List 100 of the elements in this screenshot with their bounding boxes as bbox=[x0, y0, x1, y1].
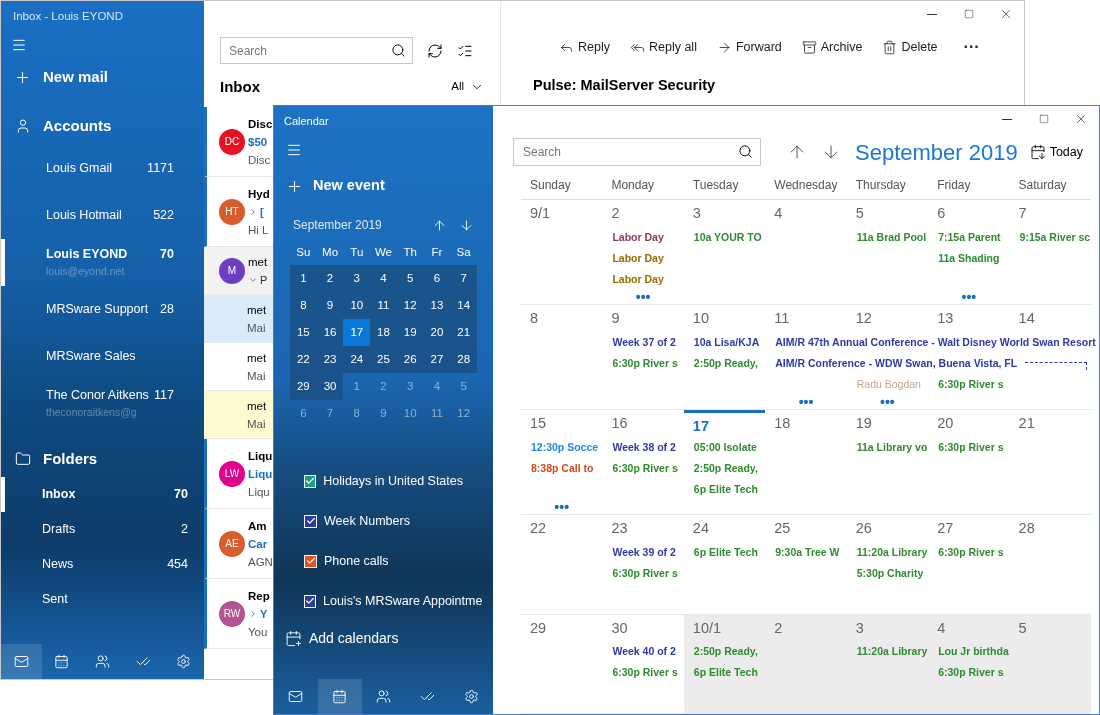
calendar-event[interactable]: Week 39 of 2 bbox=[612, 544, 676, 561]
calendar-checkbox[interactable] bbox=[304, 554, 317, 568]
mini-calendar-day[interactable]: 25 bbox=[370, 346, 397, 373]
calendar-event[interactable]: 10a Lisa/KJA bbox=[693, 334, 760, 351]
mini-calendar-day[interactable]: 19 bbox=[396, 319, 424, 346]
sync-button[interactable] bbox=[427, 42, 443, 59]
mini-calendar-day[interactable]: 17 bbox=[343, 319, 371, 346]
mini-calendar-day[interactable]: 29 bbox=[290, 373, 317, 400]
calendar-event[interactable]: 6:30p River s bbox=[938, 665, 1004, 681]
calendar-event[interactable]: 12:30p Socce bbox=[531, 439, 599, 456]
mini-calendar-day[interactable]: 13 bbox=[423, 292, 451, 319]
message-item[interactable]: M met P bbox=[204, 247, 274, 295]
calendar-checkbox[interactable] bbox=[304, 514, 317, 528]
mini-calendar-day[interactable]: 1 bbox=[290, 265, 317, 292]
calendar-event[interactable]: 11a Brad Pool bbox=[856, 229, 927, 246]
calendar-event[interactable]: 9:15a River sc bbox=[1019, 229, 1091, 246]
calendar-event[interactable]: Week 38 of 2 bbox=[612, 439, 676, 456]
archive-button[interactable]: Archive bbox=[801, 37, 863, 57]
more-events-dots[interactable]: ••• bbox=[798, 395, 814, 409]
mini-calendar-day[interactable]: 21 bbox=[450, 319, 477, 346]
calendar-event[interactable]: Week 40 of 2 bbox=[612, 644, 676, 660]
calendar-event[interactable]: 2:50p Ready, bbox=[693, 355, 758, 372]
today-button[interactable]: Today bbox=[1029, 142, 1084, 162]
filter-dropdown[interactable]: All bbox=[451, 78, 484, 96]
calendar-event[interactable]: 6:30p River s bbox=[938, 544, 1004, 561]
folder-item[interactable]: Sent bbox=[1, 582, 204, 617]
calendar-event[interactable]: 6:30p River s bbox=[612, 460, 678, 477]
add-calendars-button[interactable]: Add calendars bbox=[274, 621, 493, 655]
calendar-event[interactable]: Week 37 of 2 bbox=[612, 334, 676, 351]
account-item[interactable]: Louis Gmail 1171 bbox=[1, 145, 204, 192]
calendar-event[interactable]: 11a Shading bbox=[938, 250, 1000, 267]
message-item[interactable]: RW Rep Y You bbox=[204, 579, 274, 649]
message-item[interactable]: DC Disc $50 Disc bbox=[204, 107, 274, 177]
message-item[interactable]: AE Am Car AGN bbox=[204, 509, 274, 579]
search-field[interactable]: Search bbox=[220, 37, 413, 64]
calendar-event[interactable]: 6p Elite Tech bbox=[693, 544, 758, 561]
message-item[interactable]: LW Liqu Liqu Liqu bbox=[204, 439, 274, 509]
calendar-event[interactable]: 10a YOUR TO bbox=[693, 229, 762, 246]
calendar-event[interactable]: 11:20a Library bbox=[856, 544, 928, 561]
mini-calendar-day[interactable]: 20 bbox=[423, 319, 451, 346]
more-events-dots[interactable]: ••• bbox=[961, 290, 977, 304]
account-item[interactable]: MRSware Support 28 bbox=[1, 286, 204, 333]
day-cell[interactable]: 2 bbox=[765, 614, 847, 713]
calendar-event[interactable]: AIM/R Conference - WDW Swan, Buena Vista, FL bbox=[775, 355, 1018, 372]
mini-calendar-day[interactable]: 10 bbox=[343, 292, 371, 319]
mini-calendar-day[interactable]: 28 bbox=[450, 346, 477, 373]
mini-calendar-day[interactable]: 6 bbox=[423, 265, 451, 292]
forward-button[interactable]: Forward bbox=[716, 37, 782, 57]
calendar-event[interactable]: 11:20a Library bbox=[856, 644, 928, 660]
mini-calendar-day[interactable]: 3 bbox=[343, 265, 371, 292]
delete-button[interactable]: Delete bbox=[882, 37, 938, 57]
folders-header[interactable]: Folders bbox=[1, 441, 204, 477]
calendar-event[interactable]: 7:15a Parent bbox=[938, 229, 1001, 246]
more-button[interactable]: ··· bbox=[963, 35, 980, 59]
new-mail-button[interactable]: New mail bbox=[1, 59, 204, 95]
mini-calendar-day[interactable]: 2 bbox=[316, 265, 344, 292]
mini-calendar-day[interactable]: 15 bbox=[290, 319, 317, 346]
mini-calendar-day[interactable]: 11 bbox=[370, 292, 397, 319]
more-events-dots[interactable]: ••• bbox=[635, 290, 651, 304]
calendar-event[interactable]: Lou Jr birthda bbox=[938, 644, 1009, 660]
calendar-event[interactable]: 6:30p River s bbox=[612, 355, 678, 372]
calendar-event[interactable]: 9:30a Tree W bbox=[775, 544, 840, 561]
mini-calendar-day[interactable]: 14 bbox=[450, 292, 477, 319]
folder-item[interactable]: News 454 bbox=[1, 547, 204, 582]
nav-button[interactable] bbox=[1, 644, 42, 679]
mini-calendar-day[interactable]: 23 bbox=[316, 346, 344, 373]
next-month-button[interactable] bbox=[459, 217, 474, 233]
calendar-event[interactable]: 6p Elite Tech bbox=[693, 481, 758, 498]
mini-calendar-day[interactable]: 26 bbox=[396, 346, 424, 373]
calendar-event[interactable]: Labor Day bbox=[612, 271, 664, 288]
mini-calendar-day[interactable]: 5 bbox=[396, 265, 424, 292]
account-item[interactable]: MRSware Sales bbox=[1, 333, 204, 380]
accounts-header[interactable]: Accounts bbox=[1, 107, 204, 145]
more-events-dots[interactable]: ••• bbox=[554, 500, 570, 514]
calendar-event[interactable]: 6:30p River s bbox=[938, 439, 1004, 456]
mini-calendar-day[interactable]: 7 bbox=[450, 265, 477, 292]
more-events-dots[interactable]: ••• bbox=[880, 395, 895, 409]
calendar-checkbox[interactable] bbox=[304, 594, 316, 608]
calendar-event[interactable]: 05:00 Isolate bbox=[693, 439, 757, 456]
calendar-event[interactable]: 6:30p River s bbox=[612, 665, 678, 681]
mini-calendar-day[interactable]: 9 bbox=[316, 292, 344, 319]
mini-calendar-day[interactable]: 27 bbox=[423, 346, 451, 373]
calendar-event[interactable]: 8:38p Call to bbox=[531, 460, 594, 477]
previous-month-button[interactable] bbox=[432, 217, 447, 233]
search-field[interactable]: Search bbox=[513, 138, 761, 166]
folder-item[interactable]: Drafts 2 bbox=[1, 512, 204, 547]
message-item[interactable]: met Mai bbox=[204, 391, 274, 439]
day-cell[interactable]: 5 bbox=[1009, 614, 1091, 713]
account-item[interactable]: Louis Hotmail 522 bbox=[1, 192, 204, 239]
new-event-button[interactable]: New event bbox=[274, 168, 493, 204]
mini-calendar-day[interactable]: 4 bbox=[370, 265, 397, 292]
message-item[interactable]: HT Hyd [ Hi L bbox=[204, 177, 274, 247]
calendar-event[interactable]: 11a Library vo bbox=[856, 439, 928, 456]
calendar-event[interactable]: 6:30p River s bbox=[612, 565, 678, 582]
calendar-event[interactable]: 5:30p Charity bbox=[856, 565, 924, 582]
calendar-event[interactable]: 2:50p Ready, bbox=[693, 460, 758, 477]
message-item[interactable]: met Mai bbox=[204, 295, 274, 343]
mini-calendar-day[interactable]: 12 bbox=[396, 292, 424, 319]
calendar-event[interactable]: 6:30p River s bbox=[938, 376, 1004, 393]
calendar-event[interactable]: Labor Day bbox=[612, 229, 664, 246]
